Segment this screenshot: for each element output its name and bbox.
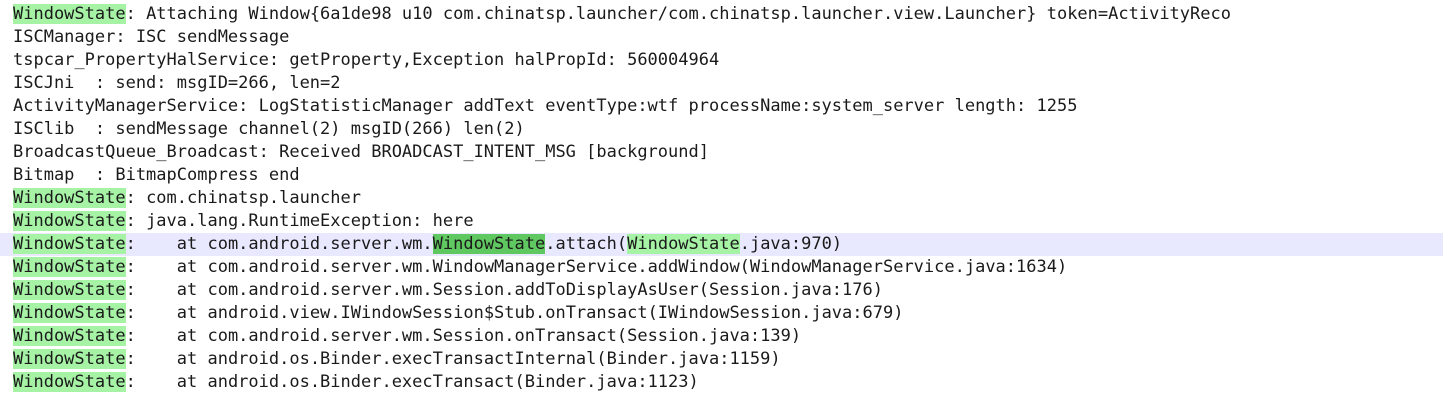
- search-match-highlight: WindowState: [13, 257, 126, 277]
- line-gutter: [0, 72, 13, 95]
- log-text-segment: : at android.view.IWindowSession$Stub.on…: [125, 303, 904, 323]
- log-text-segment: : at com.android.server.wm.Session.onTra…: [125, 326, 802, 346]
- log-line[interactable]: tspcar_PropertyHalService: getProperty,E…: [0, 49, 1443, 72]
- log-text-segment: tspcar_PropertyHalService: getProperty,E…: [13, 50, 720, 70]
- log-line-text: WindowState: at com.android.server.wm.Se…: [13, 279, 883, 302]
- log-line[interactable]: ActivityManagerService: LogStatisticMana…: [0, 95, 1443, 118]
- line-gutter: [0, 371, 13, 394]
- log-line-text: WindowState: at com.android.server.wm.Wi…: [13, 256, 1067, 279]
- log-line-current[interactable]: WindowState: at com.android.server.wm.Wi…: [0, 233, 1443, 256]
- line-gutter: [0, 256, 13, 279]
- log-line-text: ISCManager: ISC sendMessage: [13, 26, 289, 49]
- log-text-segment: : at com.android.server.wm.WindowManager…: [125, 257, 1068, 277]
- log-line[interactable]: Bitmap : BitmapCompress end: [0, 164, 1443, 187]
- log-line[interactable]: ISCJni : send: msgID=266, len=2: [0, 72, 1443, 95]
- log-line-text: WindowState: at android.view.IWindowSess…: [13, 302, 903, 325]
- log-text-segment: Bitmap : BitmapCompress end: [13, 165, 300, 185]
- log-line-text: WindowState: java.lang.RuntimeException:…: [13, 210, 474, 233]
- line-gutter: [0, 325, 13, 348]
- log-line[interactable]: BroadcastQueue_Broadcast: Received BROAD…: [0, 141, 1443, 164]
- log-text-segment: ISClib : sendMessage channel(2) msgID(26…: [13, 119, 525, 139]
- log-line-text: ISCJni : send: msgID=266, len=2: [13, 72, 341, 95]
- log-line-text: WindowState: at com.android.server.wm.Wi…: [13, 233, 842, 256]
- line-gutter: [0, 164, 13, 187]
- log-line-text: ISClib : sendMessage channel(2) msgID(26…: [13, 118, 525, 141]
- log-line[interactable]: WindowState: at com.android.server.wm.Se…: [0, 325, 1443, 348]
- search-match-highlight: WindowState: [13, 4, 126, 24]
- log-text-segment: .java:970): [739, 234, 843, 254]
- log-line-text: WindowState: at android.os.Binder.execTr…: [13, 371, 699, 394]
- search-match-highlight: WindowState: [13, 188, 126, 208]
- log-line[interactable]: WindowState: at android.view.IWindowSess…: [0, 302, 1443, 325]
- search-match-highlight: WindowState: [13, 349, 126, 369]
- log-line-text: ActivityManagerService: LogStatisticMana…: [13, 95, 1077, 118]
- log-text-segment: ISCManager: ISC sendMessage: [13, 27, 290, 47]
- search-match-highlight: WindowState: [13, 303, 126, 323]
- search-match-highlight: WindowState: [13, 234, 126, 254]
- log-line-text: WindowState: com.chinatsp.launcher: [13, 187, 361, 210]
- line-gutter: [0, 3, 13, 26]
- log-line[interactable]: ISClib : sendMessage channel(2) msgID(26…: [0, 118, 1443, 141]
- log-text-segment: : java.lang.RuntimeException: here: [125, 211, 474, 231]
- log-line-text: WindowState: at com.android.server.wm.Se…: [13, 325, 801, 348]
- log-line[interactable]: WindowState: at android.os.Binder.execTr…: [0, 371, 1443, 394]
- search-match-highlight: WindowState: [13, 326, 126, 346]
- line-gutter: [0, 49, 13, 72]
- log-line[interactable]: WindowState: com.chinatsp.launcher: [0, 187, 1443, 210]
- line-gutter: [0, 141, 13, 164]
- line-gutter: [0, 95, 13, 118]
- log-text-segment: : Attaching Window{6a1de98 u10 com.china…: [125, 4, 1231, 24]
- log-line[interactable]: WindowState: at com.android.server.wm.Se…: [0, 279, 1443, 302]
- line-gutter: [0, 26, 13, 49]
- search-match-selected: WindowState: [432, 234, 546, 254]
- log-line[interactable]: WindowState: java.lang.RuntimeException:…: [0, 210, 1443, 233]
- log-text-segment: ActivityManagerService: LogStatisticMana…: [13, 96, 1078, 116]
- log-line-text: tspcar_PropertyHalService: getProperty,E…: [13, 49, 719, 72]
- log-line[interactable]: ISCManager: ISC sendMessage: [0, 26, 1443, 49]
- log-text-segment: : at com.android.server.wm.: [125, 234, 433, 254]
- log-line-text: BroadcastQueue_Broadcast: Received BROAD…: [13, 141, 709, 164]
- line-gutter: [0, 187, 13, 210]
- search-match-highlight: WindowState: [627, 234, 740, 254]
- log-text-segment: .attach(: [545, 234, 628, 254]
- search-match-highlight: WindowState: [13, 211, 126, 231]
- log-line[interactable]: WindowState: at android.os.Binder.execTr…: [0, 348, 1443, 371]
- log-text-segment: ISCJni : send: msgID=266, len=2: [13, 73, 341, 93]
- log-line[interactable]: WindowState: Attaching Window{6a1de98 u1…: [0, 3, 1443, 26]
- log-line-text: WindowState: at android.os.Binder.execTr…: [13, 348, 781, 371]
- log-text-segment: BroadcastQueue_Broadcast: Received BROAD…: [13, 142, 709, 162]
- line-gutter: [0, 348, 13, 371]
- line-gutter: [0, 302, 13, 325]
- search-match-highlight: WindowState: [13, 280, 126, 300]
- log-text-segment: : at android.os.Binder.execTransact(Bind…: [125, 372, 699, 392]
- log-lines: WindowState: Attaching Window{6a1de98 u1…: [0, 3, 1443, 394]
- line-gutter: [0, 210, 13, 233]
- line-gutter: [0, 118, 13, 141]
- line-gutter: [0, 233, 13, 256]
- log-line[interactable]: WindowState: at com.android.server.wm.Wi…: [0, 256, 1443, 279]
- log-text-segment: : com.chinatsp.launcher: [125, 188, 361, 208]
- log-text-segment: : at com.android.server.wm.Session.addTo…: [125, 280, 883, 300]
- log-line-text: Bitmap : BitmapCompress end: [13, 164, 300, 187]
- log-viewer[interactable]: WindowState: Attaching Window{6a1de98 u1…: [0, 0, 1443, 400]
- search-match-highlight: WindowState: [13, 372, 126, 392]
- log-line-text: WindowState: Attaching Window{6a1de98 u1…: [13, 3, 1231, 26]
- line-gutter: [0, 279, 13, 302]
- log-text-segment: : at android.os.Binder.execTransactInter…: [125, 349, 781, 369]
